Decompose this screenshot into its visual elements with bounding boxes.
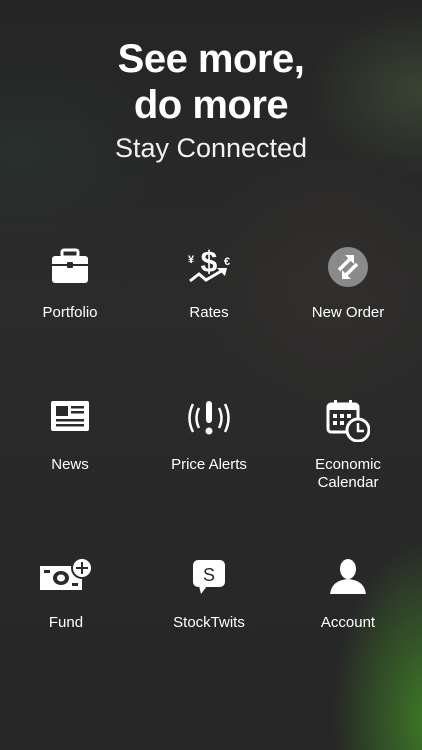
currency-rates-icon: $ ¥ €	[179, 246, 239, 290]
menu-item-label: Fund	[48, 614, 84, 631]
menu-item-label: New Order	[311, 304, 385, 321]
stocktwits-icon: S	[179, 556, 239, 600]
menu-item-label: Portfolio	[42, 304, 98, 321]
headline: See more, do more	[117, 37, 305, 127]
menu-item-rates[interactable]: $ ¥ € Rates	[139, 246, 279, 322]
user-icon	[318, 556, 378, 600]
svg-text:¥: ¥	[188, 254, 195, 266]
menu-item-new-order[interactable]: New Order	[278, 246, 418, 322]
menu-item-economic-calendar[interactable]: Economic Calendar	[278, 398, 418, 492]
menu-item-label: Rates	[189, 304, 229, 321]
menu-item-price-alerts[interactable]: Price Alerts	[139, 398, 279, 474]
menu-item-label: Economic Calendar	[315, 456, 381, 491]
menu-item-stocktwits[interactable]: S StockTwits	[139, 556, 279, 632]
menu-item-label: Account	[320, 614, 376, 631]
swap-arrows-icon	[318, 246, 378, 290]
svg-text:S: S	[203, 565, 215, 585]
cash-plus-icon	[36, 556, 96, 600]
menu-item-label: Price Alerts	[171, 456, 247, 473]
menu-item-portfolio[interactable]: Portfolio	[0, 246, 140, 322]
briefcase-icon	[40, 246, 100, 290]
menu-item-label: StockTwits	[173, 614, 245, 631]
subtitle: Stay Connected	[114, 133, 308, 163]
menu-item-fund[interactable]: Fund	[0, 556, 136, 632]
menu-item-account[interactable]: Account	[278, 556, 418, 632]
calendar-clock-icon	[318, 398, 378, 442]
header: See more, do more Stay Connected	[0, 36, 422, 164]
newspaper-icon	[40, 398, 100, 442]
menu-item-label: News	[51, 456, 89, 473]
alert-icon	[179, 398, 239, 442]
svg-text:€: €	[224, 256, 230, 268]
menu-item-news[interactable]: News	[0, 398, 140, 474]
